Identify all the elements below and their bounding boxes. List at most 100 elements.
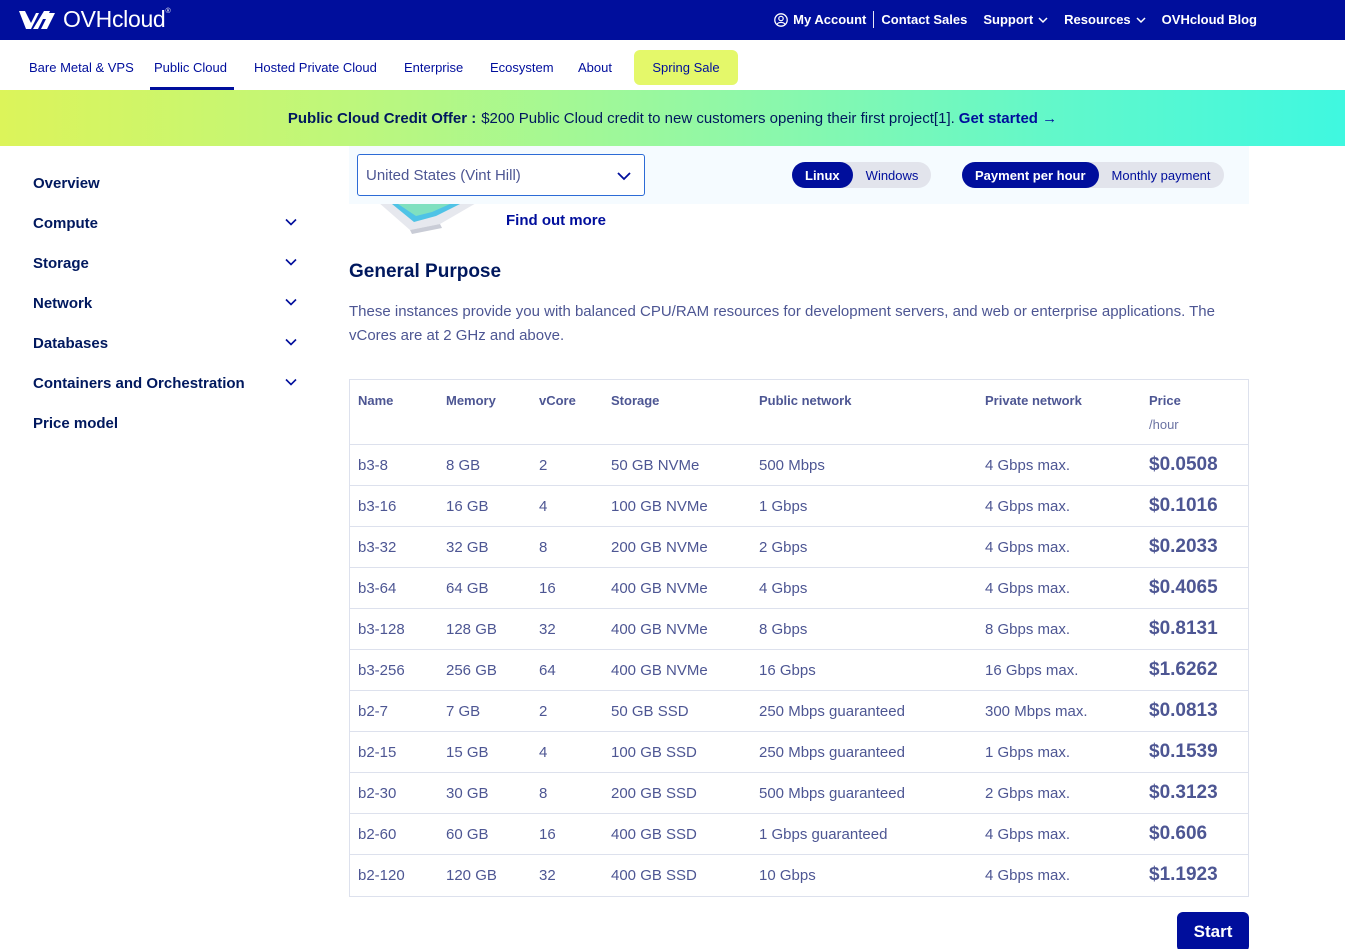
brand-name: OVHcloud (63, 6, 166, 32)
cell-vcore: 32 (539, 867, 556, 884)
cell-price: $0.0813 (1149, 700, 1218, 721)
nav-ecosystem[interactable]: Ecosystem (490, 60, 554, 75)
cell-private-network: 4 Gbps max. (985, 539, 1071, 556)
cell-price: $0.8131 (1149, 618, 1218, 639)
chevron-down-icon (617, 172, 631, 181)
banner-text: $200 Public Cloud credit to new customer… (481, 109, 955, 127)
contact-sales-link[interactable]: Contact Sales (881, 12, 967, 27)
nav-enterprise[interactable]: Enterprise (404, 60, 463, 75)
top-nav: My Account Contact Sales Support Resourc… (774, 11, 1257, 28)
chevron-down-icon (1136, 16, 1146, 23)
cell-name: b2-7 (358, 703, 389, 720)
payment-option-hourly[interactable]: Payment per hour (962, 162, 1099, 188)
chevron-down-icon (285, 258, 297, 266)
spring-sale-button[interactable]: Spring Sale (634, 50, 738, 85)
header-price: Price (1149, 393, 1181, 408)
cell-vcore: 4 (539, 744, 548, 761)
cell-public-network: 250 Mbps guaranteed (759, 703, 905, 720)
sidebar: Overview Compute Storage Network Databas… (33, 170, 303, 450)
cell-vcore: 16 (539, 826, 556, 843)
os-option-linux[interactable]: Linux (792, 162, 853, 188)
nav-bare-metal[interactable]: Bare Metal & VPS (29, 60, 134, 75)
cell-private-network: 16 Gbps max. (985, 662, 1079, 679)
cell-name: b2-120 (358, 867, 405, 884)
cell-private-network: 4 Gbps max. (985, 498, 1071, 515)
nav-hosted-private-cloud[interactable]: Hosted Private Cloud (254, 60, 377, 75)
cell-private-network: 4 Gbps max. (985, 867, 1071, 884)
cell-storage: 400 GB SSD (611, 867, 697, 884)
header-public-network: Public network (759, 393, 852, 408)
table-row: b2-7 7 GB 2 50 GB SSD 250 Mbps guaranteed 300… (350, 691, 1248, 732)
sidebar-item-compute[interactable]: Compute (33, 210, 303, 250)
cell-memory: 15 GB (446, 744, 489, 761)
section-description: These instances provide you with balance… (349, 303, 1215, 344)
cell-public-network: 8 Gbps (759, 621, 808, 638)
payment-option-monthly[interactable]: Monthly payment (1099, 162, 1224, 188)
contact-sales-label: Contact Sales (881, 12, 968, 27)
header-storage: Storage (611, 393, 660, 408)
ovhcloud-logo-icon (19, 10, 55, 29)
ovhcloud-logo[interactable]: OVHcloud® (17, 6, 171, 33)
cell-private-network: 4 Gbps max. (985, 580, 1071, 597)
table-row: b2-60 60 GB 16 400 GB SSD 1 Gbps guaranteed 4… (350, 814, 1248, 855)
nav-public-cloud[interactable]: Public Cloud (154, 60, 227, 75)
sidebar-item-storage[interactable]: Storage (33, 250, 303, 290)
blog-link[interactable]: OVHcloud Blog (1162, 12, 1257, 27)
os-toggle: Linux Windows (792, 162, 932, 188)
cell-private-network: 4 Gbps max. (985, 457, 1071, 474)
nav-about[interactable]: About (578, 60, 612, 75)
header-vcore: vCore (539, 393, 576, 408)
support-menu[interactable]: Support (983, 12, 1048, 27)
my-account-link[interactable]: My Account (774, 12, 866, 27)
cell-public-network: 500 Mbps guaranteed (759, 785, 905, 802)
resources-menu[interactable]: Resources (1064, 12, 1146, 27)
sidebar-item-network[interactable]: Network (33, 290, 303, 330)
cell-price: $0.1539 (1149, 741, 1218, 762)
product-illustration (378, 202, 478, 234)
region-select-value: United States (Vint Hill) (366, 167, 521, 184)
cell-vcore: 16 (539, 580, 556, 597)
cell-price: $1.1923 (1149, 864, 1218, 885)
sidebar-item-containers[interactable]: Containers and Orchestration (33, 370, 303, 410)
cell-price: $1.6262 (1149, 659, 1218, 680)
sidebar-item-price-model[interactable]: Price model (33, 410, 303, 450)
cell-vcore: 64 (539, 662, 556, 679)
cell-storage: 400 GB NVMe (611, 580, 708, 597)
cell-name: b2-60 (358, 826, 397, 843)
payment-toggle: Payment per hour Monthly payment (962, 162, 1224, 188)
sidebar-item-databases[interactable]: Databases (33, 330, 303, 370)
region-select[interactable]: United States (Vint Hill) (357, 154, 645, 196)
cell-vcore: 32 (539, 621, 556, 638)
sidebar-item-label: Storage (33, 255, 89, 272)
sidebar-item-label: Databases (33, 335, 109, 352)
cell-memory: 256 GB (446, 662, 497, 679)
cell-vcore: 8 (539, 539, 548, 556)
cell-memory: 30 GB (446, 785, 489, 802)
cell-name: b3-8 (358, 457, 389, 474)
cell-vcore: 2 (539, 457, 548, 474)
chevron-down-icon (1038, 16, 1048, 23)
chevron-down-icon (285, 378, 297, 386)
os-option-windows[interactable]: Windows (853, 162, 932, 188)
get-started-link[interactable]: Get started → (959, 110, 1057, 127)
cell-public-network: 10 Gbps (759, 867, 816, 884)
cell-storage: 400 GB NVMe (611, 621, 708, 638)
cell-public-network: 1 Gbps (759, 498, 808, 515)
sidebar-item-label: Network (33, 295, 93, 312)
table-body: b3-8 8 GB 2 50 GB NVMe 500 Mbps 4 Gbps max. $0… (350, 445, 1248, 896)
cell-price: $0.606 (1149, 823, 1208, 844)
main-nav: Bare Metal & VPS Public Cloud Hosted Pri… (0, 40, 1345, 90)
cell-price: $0.4065 (1149, 577, 1218, 598)
cell-price: $0.0508 (1149, 454, 1218, 475)
cell-public-network: 16 Gbps (759, 662, 816, 679)
cell-storage: 200 GB SSD (611, 785, 697, 802)
sidebar-item-overview[interactable]: Overview (33, 170, 303, 210)
cell-private-network: 300 Mbps max. (985, 703, 1088, 720)
find-out-more-link[interactable]: Find out more (506, 212, 606, 229)
support-label: Support (983, 12, 1034, 27)
top-nav-divider (873, 11, 875, 28)
start-button[interactable]: Start (1177, 912, 1249, 949)
cell-memory: 16 GB (446, 498, 489, 515)
cell-storage: 400 GB NVMe (611, 662, 708, 679)
cell-public-network: 1 Gbps guaranteed (759, 826, 888, 843)
